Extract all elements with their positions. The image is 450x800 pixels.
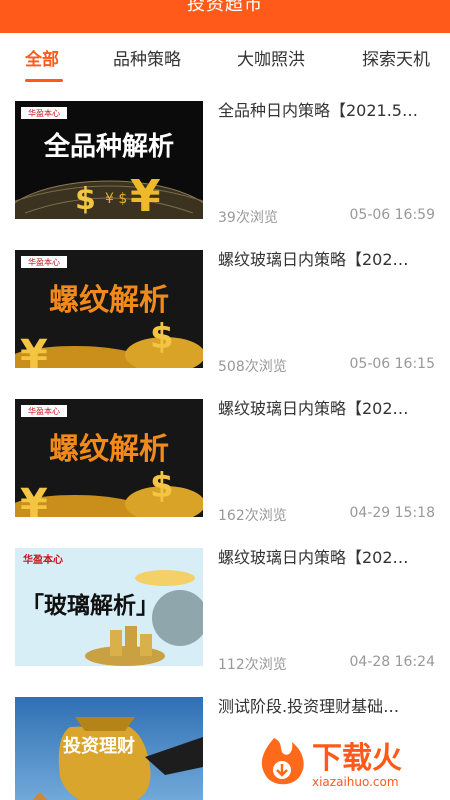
svg-text:¥ $: ¥ $ [105,191,127,207]
publish-time: 04-29 15:18 [349,505,435,521]
publish-time: 05-06 16:15 [349,356,435,372]
list-item[interactable]: 华盈本心 螺纹解析 ¥ $ 螺纹玻璃日内策略【202… 508次浏览 05-06… [0,232,450,381]
thumbnail-headline: 「玻璃解析」 [21,592,159,619]
list-item[interactable]: 华盈本心 「玻璃解析」 螺纹玻璃日内策略【202… 112次浏览 04-28 1… [0,530,450,679]
watermark-url: xiazaihuo.com [312,775,399,789]
tab-expert[interactable]: 大咖照洪 [237,45,305,70]
list-item[interactable]: 华盈本心 全品种解析 $ ¥ ¥ $ 全品种日内策略【2021.5… 39次浏览… [0,83,450,232]
article-thumbnail: 华盈本心 螺纹解析 ¥ $ [15,250,203,368]
thumbnail-headline: 投资理财 [63,735,135,757]
svg-text:¥: ¥ [20,481,48,517]
tab-variety-strategy[interactable]: 品种策略 [113,45,181,70]
svg-text:$: $ [150,317,174,357]
tab-all[interactable]: 全部 [25,45,59,70]
watermark-text: 下载火 [312,741,402,776]
view-count: 162次浏览 [218,508,287,524]
article-thumbnail: 华盈本心 全品种解析 $ ¥ ¥ $ [15,101,203,219]
article-thumbnail: 投资理财 [15,697,203,800]
svg-text:华盈本心: 华盈本心 [28,406,60,416]
svg-text:¥: ¥ [20,332,48,368]
thumbnail-headline: 螺纹解析 [49,432,169,467]
article-title: 全品种日内策略【2021.5… [218,101,418,120]
tab-explore[interactable]: 探索天机 [362,45,430,70]
view-count: 112次浏览 [218,657,287,673]
svg-text:华盈本心: 华盈本心 [23,553,63,566]
article-title: 测试阶段.投资理财基础… [218,697,400,716]
article-title: 螺纹玻璃日内策略【202… [218,548,409,567]
active-tab-indicator [25,79,63,82]
brand-logo-text: 华盈本心 [28,108,60,118]
article-title: 螺纹玻璃日内策略【202… [218,399,409,418]
thumbnail-headline: 螺纹解析 [49,283,169,318]
watermark: 下载火 xiazaihuo.com [252,732,442,792]
svg-text:$: $ [150,466,174,506]
page-title: 投资超市 [187,0,263,15]
publish-time: 05-06 16:59 [349,207,435,223]
article-thumbnail: 华盈本心 螺纹解析 ¥ $ [15,399,203,517]
view-count: 508次浏览 [218,359,287,375]
article-title: 螺纹玻璃日内策略【202… [218,250,409,269]
thumbnail-headline: 全品种解析 [43,131,174,162]
article-thumbnail: 华盈本心 「玻璃解析」 [15,548,203,666]
publish-time: 04-28 16:24 [349,654,435,670]
svg-text:华盈本心: 华盈本心 [28,257,60,267]
view-count: 39次浏览 [218,210,278,226]
svg-text:¥: ¥ [130,171,161,219]
top-bar: 投资超市 [0,0,450,33]
list-item[interactable]: 华盈本心 螺纹解析 ¥ $ 螺纹玻璃日内策略【202… 162次浏览 04-29… [0,381,450,530]
category-tabs: 全部 品种策略 大咖照洪 探索天机 [0,33,450,83]
svg-text:$: $ [75,182,96,217]
